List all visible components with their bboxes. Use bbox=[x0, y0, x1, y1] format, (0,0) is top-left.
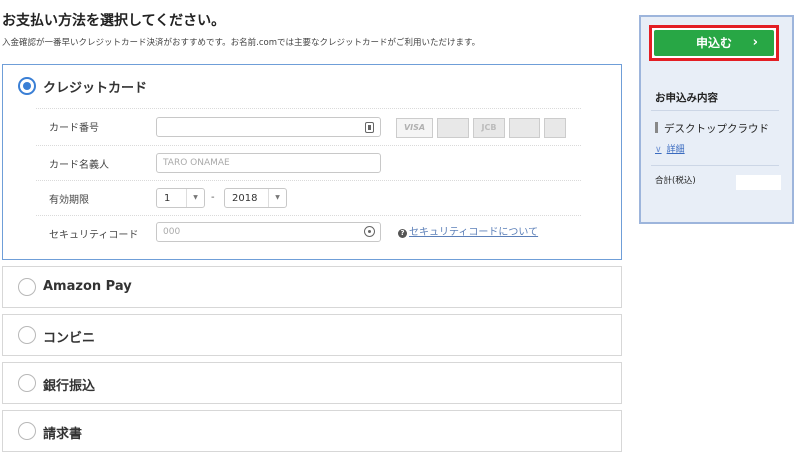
total-label: 合計(税込) bbox=[655, 176, 696, 186]
payment-option-label: 請求書 bbox=[43, 427, 83, 442]
detail-link-text: 詳細 bbox=[666, 145, 685, 155]
chevron-right-icon: › bbox=[752, 35, 758, 50]
page-subtitle: 入金確認が一番早いクレジットカード決済がおすすめです。お名前.comでは主要なク… bbox=[2, 38, 481, 48]
payment-option-label: 銀行振込 bbox=[43, 379, 96, 394]
expiry-month-value: 1 bbox=[164, 193, 171, 204]
apply-button-highlight: 申込む › bbox=[649, 25, 779, 61]
order-summary-sidebar: 申込む › お申込み内容 デスクトップクラウド ∨ 詳細 合計(税込) bbox=[639, 15, 794, 224]
expiry-separator: - bbox=[211, 192, 215, 203]
radio-bank-transfer[interactable] bbox=[18, 374, 36, 392]
jcb-logo-icon: JCB bbox=[473, 118, 505, 138]
mastercard-logo-icon bbox=[437, 118, 469, 138]
total-value bbox=[736, 175, 781, 190]
apply-button-label: 申込む bbox=[695, 36, 732, 50]
card-name-label: カード名義人 bbox=[49, 160, 109, 171]
payment-option-label: コンビニ bbox=[43, 331, 96, 346]
apply-button[interactable]: 申込む › bbox=[654, 30, 774, 56]
amex-logo-icon bbox=[544, 118, 566, 138]
card-name-row: カード名義人 TARO ONAMAE bbox=[36, 145, 581, 179]
divider bbox=[651, 165, 779, 166]
order-item: デスクトップクラウド bbox=[655, 121, 769, 136]
radio-credit-card[interactable] bbox=[18, 77, 36, 95]
keypad-icon[interactable] bbox=[365, 122, 374, 133]
card-number-label: カード番号 bbox=[49, 123, 99, 134]
payment-option-amazon-pay[interactable]: Amazon Pay bbox=[2, 266, 622, 308]
expiry-year-select[interactable]: 2018 ▼ bbox=[224, 188, 287, 208]
radio-invoice[interactable] bbox=[18, 422, 36, 440]
security-code-help-text: セキュリティコードについて bbox=[409, 227, 539, 238]
expiry-row: 有効期限 1 ▼ - 2018 ▼ bbox=[36, 180, 581, 214]
card-number-row: カード番号 VISA JCB bbox=[36, 108, 581, 142]
expiry-label: 有効期限 bbox=[49, 195, 89, 206]
security-code-help-link[interactable]: ? セキュリティコードについて bbox=[398, 223, 538, 238]
payment-option-convenience-store[interactable]: コンビニ bbox=[2, 314, 622, 356]
radio-amazon-pay[interactable] bbox=[18, 278, 36, 296]
page-title: お支払い方法を選択してください。 bbox=[2, 13, 226, 29]
divider bbox=[651, 110, 779, 111]
eye-icon[interactable] bbox=[364, 226, 375, 237]
payment-option-label: Amazon Pay bbox=[43, 279, 132, 294]
order-summary-title: お申込み内容 bbox=[655, 92, 718, 104]
caret-down-icon: ▼ bbox=[268, 189, 286, 207]
detail-toggle-link[interactable]: ∨ 詳細 bbox=[655, 142, 685, 155]
visa-logo-icon: VISA bbox=[396, 118, 433, 138]
security-code-input[interactable]: 000 bbox=[156, 222, 381, 242]
security-code-row: セキュリティコード 000 ? セキュリティコードについて bbox=[36, 215, 581, 249]
payment-option-credit-card[interactable]: クレジットカード カード番号 VISA JCB カード名義人 TARO ONAM… bbox=[2, 64, 622, 260]
security-code-placeholder: 000 bbox=[163, 227, 181, 237]
payment-option-bank-transfer[interactable]: 銀行振込 bbox=[2, 362, 622, 404]
chevron-down-icon: ∨ bbox=[655, 145, 662, 155]
card-number-input[interactable] bbox=[156, 117, 381, 137]
security-code-label: セキュリティコード bbox=[49, 230, 139, 241]
expiry-month-select[interactable]: 1 ▼ bbox=[156, 188, 205, 208]
expiry-year-value: 2018 bbox=[232, 193, 258, 204]
payment-option-label: クレジットカード bbox=[43, 81, 148, 96]
payment-option-invoice[interactable]: 請求書 bbox=[2, 410, 622, 452]
diners-logo-icon bbox=[509, 118, 540, 138]
card-name-input[interactable]: TARO ONAMAE bbox=[156, 153, 381, 173]
caret-down-icon: ▼ bbox=[186, 189, 204, 207]
radio-convenience-store[interactable] bbox=[18, 326, 36, 344]
question-icon: ? bbox=[398, 229, 407, 238]
